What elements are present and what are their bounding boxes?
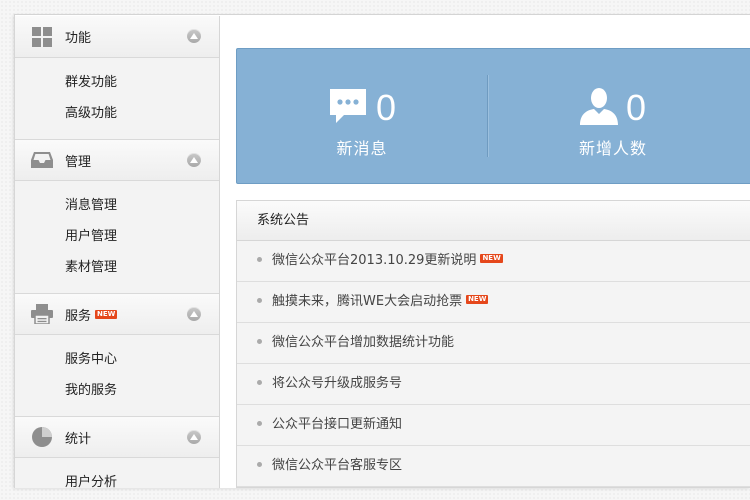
inbox-icon	[31, 149, 53, 171]
sidebar-item-advanced[interactable]: 高级功能	[15, 98, 219, 129]
sidebar-item-my-services[interactable]: 我的服务	[15, 375, 219, 406]
sidebar-section-items: 用户分析	[15, 458, 219, 488]
chevron-up-icon	[190, 434, 198, 440]
notice-item[interactable]: 公众平台接口更新通知	[237, 405, 750, 446]
collapse-button[interactable]	[187, 29, 201, 43]
chevron-up-icon	[190, 157, 198, 163]
sidebar-section-items: 群发功能 高级功能	[15, 58, 219, 139]
user-icon	[579, 87, 618, 129]
sidebar-section-statistics[interactable]: 统计	[15, 416, 219, 458]
sidebar: 功能 群发功能 高级功能 管理 消息管理 用户管理 素材管理 服务 NEW 服务…	[14, 16, 220, 488]
notice-item[interactable]: 触摸未来，腾讯WE大会启动抢票 NEW	[237, 282, 750, 323]
pie-chart-icon	[31, 426, 53, 448]
new-badge: NEW	[95, 309, 118, 319]
collapse-button[interactable]	[187, 430, 201, 444]
stat-new-users[interactable]: 0 新增人数	[488, 49, 738, 185]
notice-item-text: 微信公众平台增加数据统计功能	[272, 335, 455, 350]
new-users-label: 新增人数	[578, 139, 647, 158]
collapse-button[interactable]	[187, 307, 201, 321]
new-badge: NEW	[466, 295, 489, 304]
notice-item-text: 公众平台接口更新通知	[272, 417, 403, 432]
notice-item[interactable]: 微信公众平台增加数据统计功能	[237, 323, 750, 364]
chat-bubble-icon	[328, 87, 368, 129]
sidebar-item-user-analysis[interactable]: 用户分析	[15, 467, 219, 488]
stat-top: 0	[488, 87, 738, 129]
bullet-icon	[257, 339, 262, 344]
sidebar-section-services[interactable]: 服务 NEW	[15, 293, 219, 335]
sidebar-item-messages[interactable]: 消息管理	[15, 190, 219, 221]
new-users-count: 0	[625, 87, 647, 128]
bullet-icon	[257, 298, 262, 303]
notice-item[interactable]: 微信公众平台客服专区	[237, 446, 750, 487]
chevron-up-icon	[190, 33, 198, 39]
chevron-up-icon	[190, 311, 198, 317]
sidebar-section-items: 服务中心 我的服务	[15, 335, 219, 416]
notice-title: 系统公告	[237, 201, 750, 241]
new-messages-count: 0	[375, 87, 397, 128]
new-badge: NEW	[480, 254, 503, 263]
sidebar-item-users[interactable]: 用户管理	[15, 221, 219, 252]
sidebar-section-title: 服务	[65, 308, 92, 324]
notice-item-text: 微信公众平台2013.10.29更新说明	[272, 253, 477, 268]
printer-icon	[31, 303, 53, 325]
sidebar-section-title: 功能	[65, 31, 92, 46]
sidebar-section-items: 消息管理 用户管理 素材管理	[15, 181, 219, 293]
stats-panel: 0 新消息 0 新增人数	[236, 48, 750, 184]
collapse-button[interactable]	[187, 153, 201, 167]
bullet-icon	[257, 462, 262, 467]
notice-item-text: 将公众号升级成服务号	[272, 376, 403, 391]
bullet-icon	[257, 380, 262, 385]
stat-top: 0	[237, 87, 487, 129]
sidebar-section-title: 管理	[65, 154, 92, 170]
notice-item[interactable]: 微信公众平台2013.10.29更新说明 NEW	[237, 241, 750, 282]
bullet-icon	[257, 257, 262, 262]
sidebar-item-materials[interactable]: 素材管理	[15, 252, 219, 283]
notice-item-text: 微信公众平台客服专区	[272, 458, 403, 473]
stat-new-messages[interactable]: 0 新消息	[237, 49, 487, 185]
system-notice-panel: 系统公告 微信公众平台2013.10.29更新说明 NEW 触摸未来，腾讯WE大会…	[236, 200, 750, 488]
sidebar-section-management[interactable]: 管理	[15, 139, 219, 181]
notice-item[interactable]: 将公众号升级成服务号	[237, 364, 750, 405]
new-messages-label: 新消息	[336, 139, 388, 158]
notice-item-text: 触摸未来，腾讯WE大会启动抢票	[272, 294, 463, 309]
main-content: 0 新消息 0 新增人数 系统公告 微信公众平台2013.10.29更新说明 NE…	[236, 48, 750, 488]
bullet-icon	[257, 421, 262, 426]
sidebar-section-title: 统计	[65, 431, 92, 447]
sidebar-item-mass-send[interactable]: 群发功能	[15, 67, 219, 98]
sidebar-item-service-center[interactable]: 服务中心	[15, 344, 219, 375]
grid-icon	[31, 26, 53, 48]
sidebar-section-features[interactable]: 功能	[15, 16, 219, 58]
